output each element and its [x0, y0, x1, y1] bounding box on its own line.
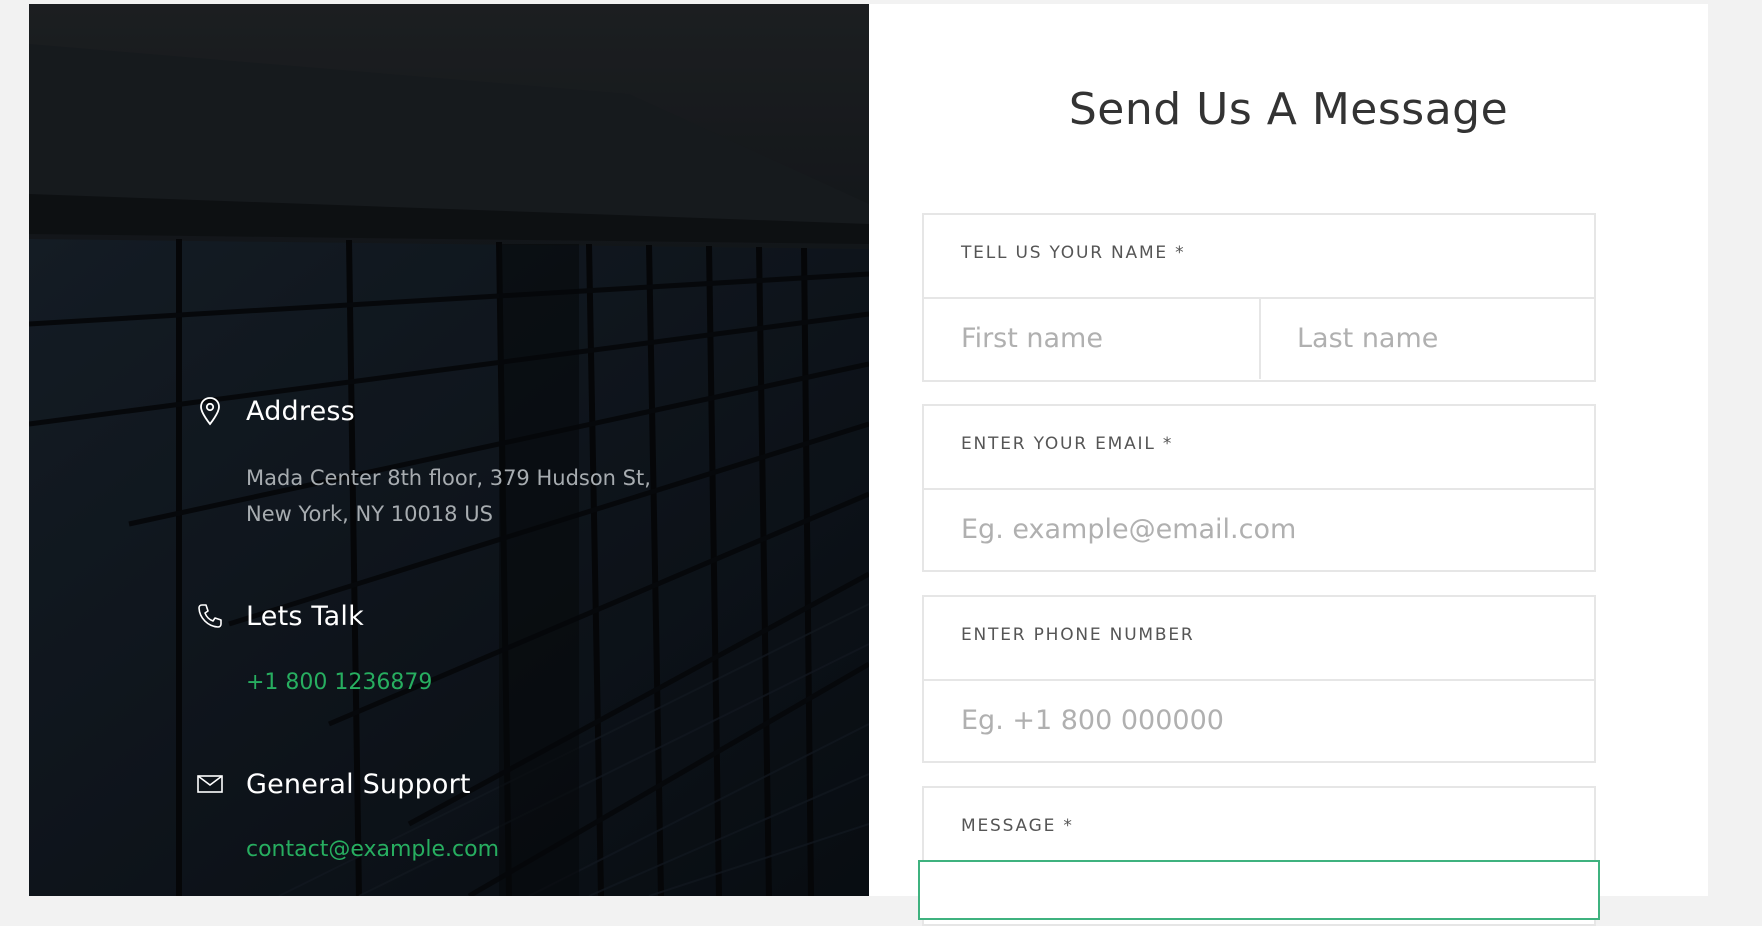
name-split-divider [1259, 297, 1261, 379]
envelope-icon [195, 769, 225, 799]
first-name-input[interactable] [961, 313, 1251, 363]
phone-link[interactable]: +1 800 1236879 [246, 670, 432, 695]
message-textarea-wrapper [918, 860, 1602, 922]
email-input[interactable] [961, 504, 1561, 554]
phone-icon [195, 601, 225, 631]
phone-divider [924, 679, 1594, 681]
email-field-group: ENTER YOUR EMAIL * [922, 404, 1596, 572]
message-textarea[interactable] [920, 862, 1602, 922]
name-field-group: TELL US YOUR NAME * [922, 213, 1596, 382]
map-pin-icon [195, 396, 225, 426]
last-name-input[interactable] [1297, 313, 1587, 363]
support-email-link[interactable]: contact@example.com [246, 837, 499, 862]
address-line-1: Mada Center 8th floor, 379 Hudson St, [246, 466, 651, 490]
phone-field-group: ENTER PHONE NUMBER [922, 595, 1596, 763]
address-title: Address [246, 396, 355, 427]
name-label: TELL US YOUR NAME * [961, 243, 1186, 263]
phone-label: ENTER PHONE NUMBER [961, 625, 1195, 645]
lets-talk-title: Lets Talk [246, 601, 364, 632]
general-support-title: General Support [246, 769, 471, 800]
form-title: Send Us A Message [1068, 84, 1509, 135]
address-line-2: New York, NY 10018 US [246, 502, 493, 526]
email-divider [924, 488, 1594, 490]
contact-info-panel: Address Mada Center 8th floor, 379 Hudso… [29, 4, 869, 896]
building-background-image [29, 4, 869, 896]
phone-input[interactable] [961, 695, 1561, 745]
message-label: MESSAGE * [961, 816, 1074, 836]
email-label: ENTER YOUR EMAIL * [961, 434, 1174, 454]
